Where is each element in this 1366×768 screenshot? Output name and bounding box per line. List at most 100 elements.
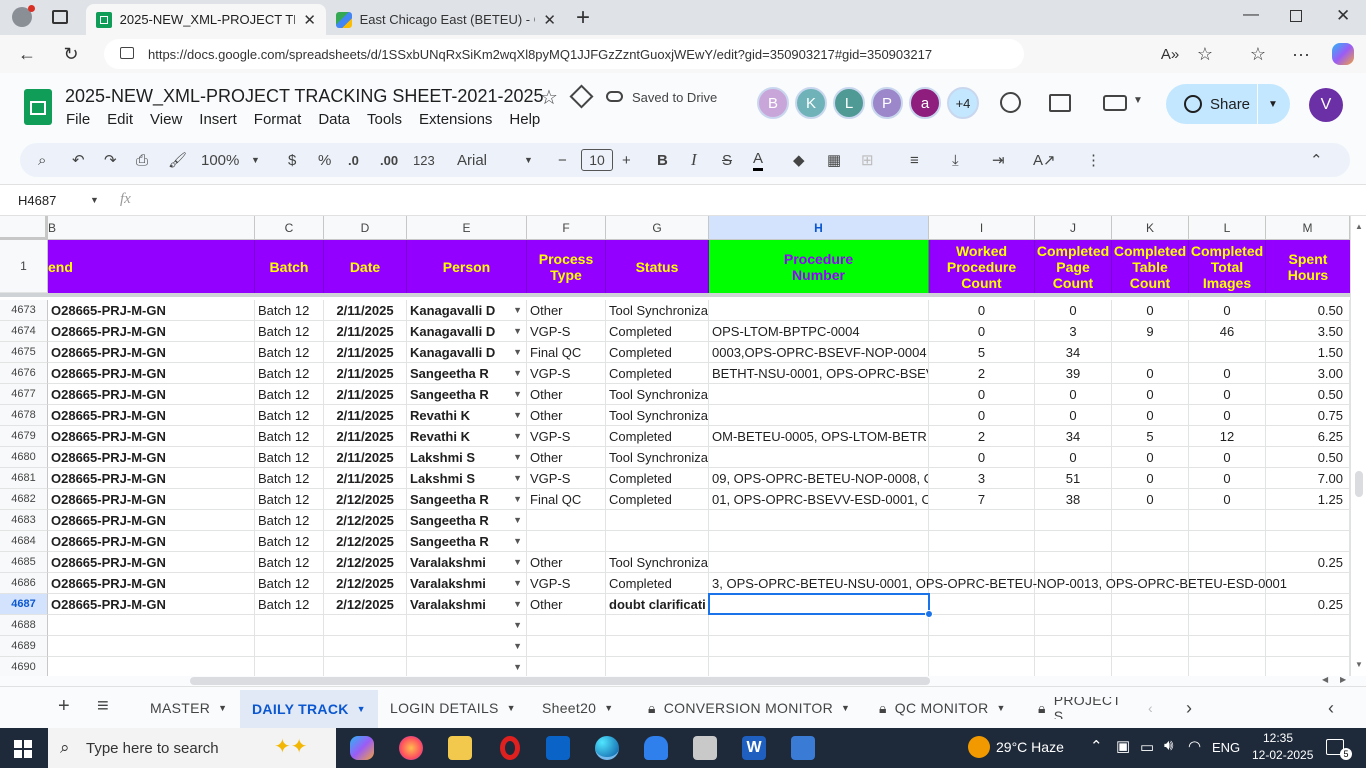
increase-font-size-icon[interactable]: + [622, 149, 631, 171]
font-select[interactable]: Arial [457, 149, 487, 171]
chevron-down-icon[interactable]: ▼ [90, 195, 99, 205]
restore-window-icon[interactable] [1290, 10, 1302, 22]
dropdown-chip-icon[interactable]: ▼ [513, 620, 522, 630]
decrease-font-size-icon[interactable]: − [558, 149, 567, 171]
cell-e[interactable]: ▼ [407, 657, 527, 676]
language-indicator[interactable]: ENG [1212, 740, 1240, 755]
taskbar-search[interactable]: ⌕ Type here to search ✦✦ [48, 728, 336, 768]
media-app-icon[interactable] [693, 736, 717, 760]
cell-c[interactable]: Batch 12 [255, 531, 324, 552]
header-cell[interactable]: Completed Table Count [1112, 240, 1189, 293]
row-header[interactable]: 4689 [0, 636, 48, 657]
fill-handle[interactable] [925, 610, 933, 618]
column-header[interactable]: D [324, 216, 407, 240]
header-cell[interactable]: Status [606, 240, 709, 293]
scroll-left-icon[interactable]: ◀ [1322, 675, 1328, 684]
cell-l[interactable] [1189, 636, 1266, 657]
minimize-window-icon[interactable]: — [1243, 6, 1259, 24]
cell-m[interactable]: 0.25 [1266, 552, 1350, 573]
cell-m[interactable]: 0.25 [1266, 594, 1350, 615]
menu-edit[interactable]: Edit [101, 111, 139, 128]
dropdown-chip-icon[interactable]: ▼ [513, 305, 522, 315]
row-header[interactable]: 4673 [0, 300, 48, 321]
word-icon[interactable]: W [742, 736, 766, 760]
cell-l[interactable]: 0 [1189, 300, 1266, 321]
cell-k[interactable]: 0 [1112, 300, 1189, 321]
collapse-menus-icon[interactable]: ⌃ [1310, 149, 1323, 171]
cell-l[interactable] [1189, 657, 1266, 676]
dropdown-chip-icon[interactable]: ▼ [513, 599, 522, 609]
cell-l[interactable]: 46 [1189, 321, 1266, 342]
cell-g[interactable]: Tool Synchroniza [606, 384, 709, 405]
cell-m[interactable] [1266, 615, 1350, 636]
cell-j[interactable] [1035, 510, 1112, 531]
cell-e[interactable]: Varalakshmi ▼ [407, 594, 527, 615]
dropdown-chip-icon[interactable]: ▼ [513, 473, 522, 483]
cell-j[interactable]: 34 [1035, 342, 1112, 363]
cell-e[interactable]: Sangeetha R ▼ [407, 363, 527, 384]
dropdown-chip-icon[interactable]: ▼ [513, 515, 522, 525]
cell-f[interactable]: VGP-S [527, 363, 606, 384]
cell-c[interactable]: Batch 12 [255, 426, 324, 447]
cell-g[interactable]: Completed [606, 363, 709, 384]
scrollbar-thumb[interactable] [1355, 471, 1363, 497]
cell-b[interactable]: O28665-PRJ-M-GN [48, 573, 255, 594]
cell-f[interactable]: Other [527, 552, 606, 573]
windows-start-icon[interactable] [14, 740, 32, 758]
chevron-down-icon[interactable]: ▼ [218, 703, 227, 713]
cell-g[interactable] [606, 657, 709, 676]
cell-g[interactable]: Tool Synchroniza [606, 300, 709, 321]
cell-l[interactable]: 0 [1189, 363, 1266, 384]
chevron-down-icon[interactable]: ▼ [604, 703, 613, 713]
remote-desktop-icon[interactable] [791, 736, 815, 760]
cell-l[interactable] [1189, 342, 1266, 363]
weather-icon[interactable] [968, 736, 990, 758]
column-header[interactable]: J [1035, 216, 1112, 240]
row-header[interactable]: 4674 [0, 321, 48, 342]
chevron-down-icon[interactable]: ▼ [507, 703, 516, 713]
cell-g[interactable]: Tool Synchroniza [606, 447, 709, 468]
cell-b[interactable]: O28665-PRJ-M-GN [48, 531, 255, 552]
cell-j[interactable] [1035, 636, 1112, 657]
cell-k[interactable] [1112, 657, 1189, 676]
cell-b[interactable]: O28665-PRJ-M-GN [48, 405, 255, 426]
sheets-logo-icon[interactable] [24, 89, 52, 125]
new-tab-icon[interactable]: + [576, 4, 590, 32]
menu-tools[interactable]: Tools [361, 111, 408, 128]
cell-l[interactable]: 0 [1189, 489, 1266, 510]
all-sheets-icon[interactable]: ≡ [97, 695, 109, 717]
cell-d[interactable]: 2/12/2025 [324, 510, 407, 531]
cell-g[interactable]: Completed [606, 489, 709, 510]
borders-icon[interactable]: ▦ [827, 149, 841, 171]
text-rotation-icon[interactable]: A↗ [1033, 149, 1056, 171]
scrollbar-down-icon[interactable]: ▼ [1355, 660, 1363, 669]
cell-j[interactable]: 0 [1035, 300, 1112, 321]
chevron-down-icon[interactable]: ▼ [841, 703, 850, 713]
cell-j[interactable] [1035, 657, 1112, 676]
cell-b[interactable]: O28665-PRJ-M-GN [48, 594, 255, 615]
cell-c[interactable] [255, 657, 324, 676]
dropdown-chip-icon[interactable]: ▼ [513, 368, 522, 378]
cell-m[interactable] [1266, 636, 1350, 657]
cell-c[interactable]: Batch 12 [255, 468, 324, 489]
header-cell[interactable]: Worked Procedure Count [929, 240, 1035, 293]
cell-i[interactable] [929, 510, 1035, 531]
header-cell[interactable]: Process Type [527, 240, 606, 293]
cell-k[interactable]: 0 [1112, 489, 1189, 510]
cell-d[interactable] [324, 615, 407, 636]
cell-e[interactable]: Sangeetha R ▼ [407, 489, 527, 510]
cell-d[interactable]: 2/12/2025 [324, 489, 407, 510]
cell-g[interactable]: Completed [606, 468, 709, 489]
cell-l[interactable] [1189, 510, 1266, 531]
cell-l[interactable] [1189, 552, 1266, 573]
header-cell[interactable]: Procedure Number [709, 240, 929, 293]
chevron-down-icon[interactable]: ▼ [524, 149, 533, 171]
row-header[interactable]: 4676 [0, 363, 48, 384]
cell-l[interactable]: 0 [1189, 405, 1266, 426]
text-wrapping-icon[interactable]: ⇥ [992, 149, 1005, 171]
cell-g[interactable] [606, 636, 709, 657]
cell-c[interactable]: Batch 12 [255, 405, 324, 426]
cell-m[interactable]: 0.50 [1266, 384, 1350, 405]
cell-f[interactable]: Other [527, 447, 606, 468]
cell-m[interactable]: 6.25 [1266, 426, 1350, 447]
